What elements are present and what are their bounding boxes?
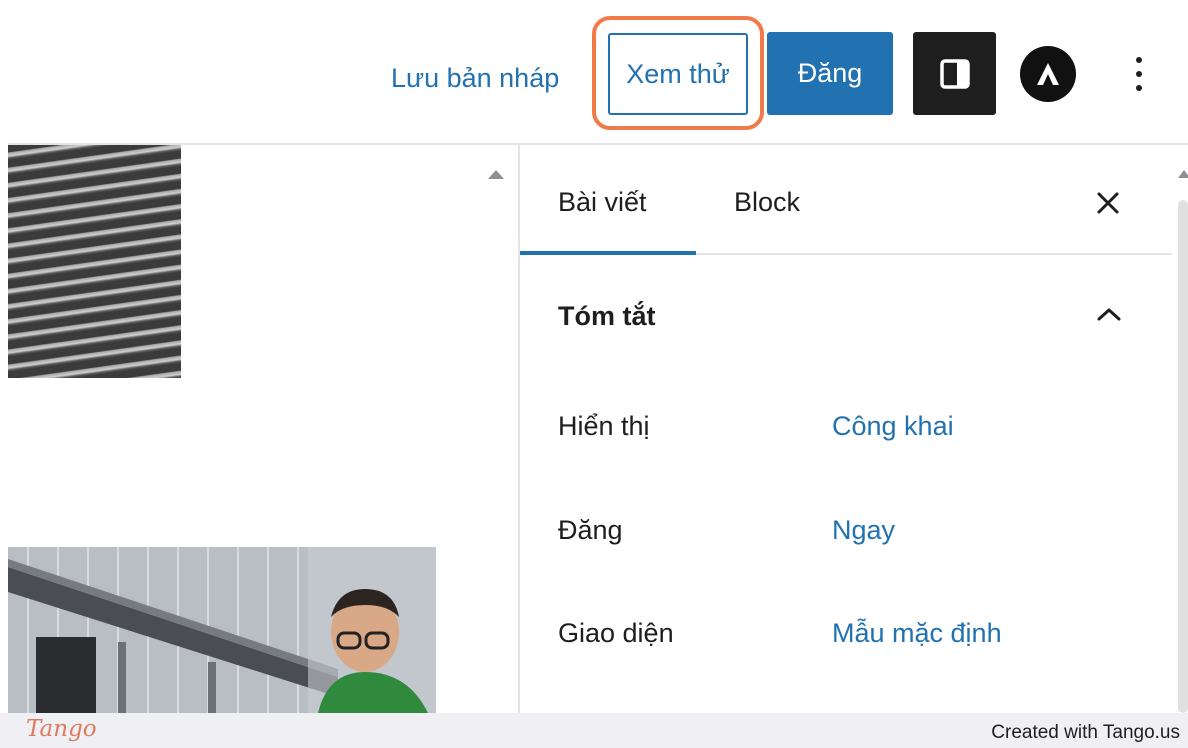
sidebar-scroll-up-icon[interactable]: [1178, 170, 1188, 178]
image-block-metal-sheets[interactable]: [8, 145, 181, 378]
astra-icon: [1037, 63, 1059, 85]
preview-button[interactable]: Xem thử: [608, 33, 748, 115]
settings-sidebar: Bài viết Block Tóm tắt Hiển thị Công kha…: [518, 145, 1172, 713]
publish-time-value-button[interactable]: Ngay: [832, 515, 895, 546]
close-settings-button[interactable]: [1088, 183, 1128, 223]
active-tab-indicator: [520, 251, 696, 255]
editor-canvas[interactable]: [8, 145, 436, 713]
astra-plugin-button[interactable]: [1020, 46, 1076, 102]
image-block-person-photo[interactable]: [8, 547, 436, 713]
template-label: Giao diện: [558, 618, 674, 648]
sidebar-toggle-icon: [939, 58, 970, 89]
save-draft-button[interactable]: Lưu bản nháp: [391, 56, 559, 100]
sidebar-scrollbar-thumb[interactable]: [1178, 200, 1188, 713]
tango-credit: Created with Tango.us: [991, 722, 1180, 743]
visibility-label: Hiển thị: [558, 411, 650, 441]
publish-time-label: Đăng: [558, 515, 623, 545]
summary-panel-toggle[interactable]: [1092, 297, 1126, 331]
vertical-ellipsis-icon: [1136, 57, 1142, 91]
tab-block[interactable]: Block: [734, 187, 800, 218]
editor-toolbar: Lưu bản nháp Xem thử Đăng: [8, 0, 1188, 145]
canvas-scrollbar[interactable]: [480, 145, 518, 713]
sidebar-tabs: Bài viết Block: [520, 145, 1172, 255]
scroll-up-arrow-icon[interactable]: [488, 170, 504, 179]
tab-post[interactable]: Bài viết: [558, 187, 647, 218]
visibility-value-button[interactable]: Công khai: [832, 411, 954, 442]
chevron-up-icon: [1097, 308, 1121, 321]
settings-toggle-button[interactable]: [913, 32, 996, 115]
tango-logo: Tango: [26, 716, 97, 742]
tango-footer: Tango Created with Tango.us: [0, 713, 1188, 748]
options-menu-button[interactable]: [1122, 50, 1156, 98]
template-value-button[interactable]: Mẫu mặc định: [832, 618, 1002, 649]
close-icon: [1097, 192, 1119, 214]
publish-button[interactable]: Đăng: [767, 32, 893, 115]
summary-panel-title[interactable]: Tóm tắt: [558, 301, 656, 332]
photo-illustration: [8, 547, 436, 713]
